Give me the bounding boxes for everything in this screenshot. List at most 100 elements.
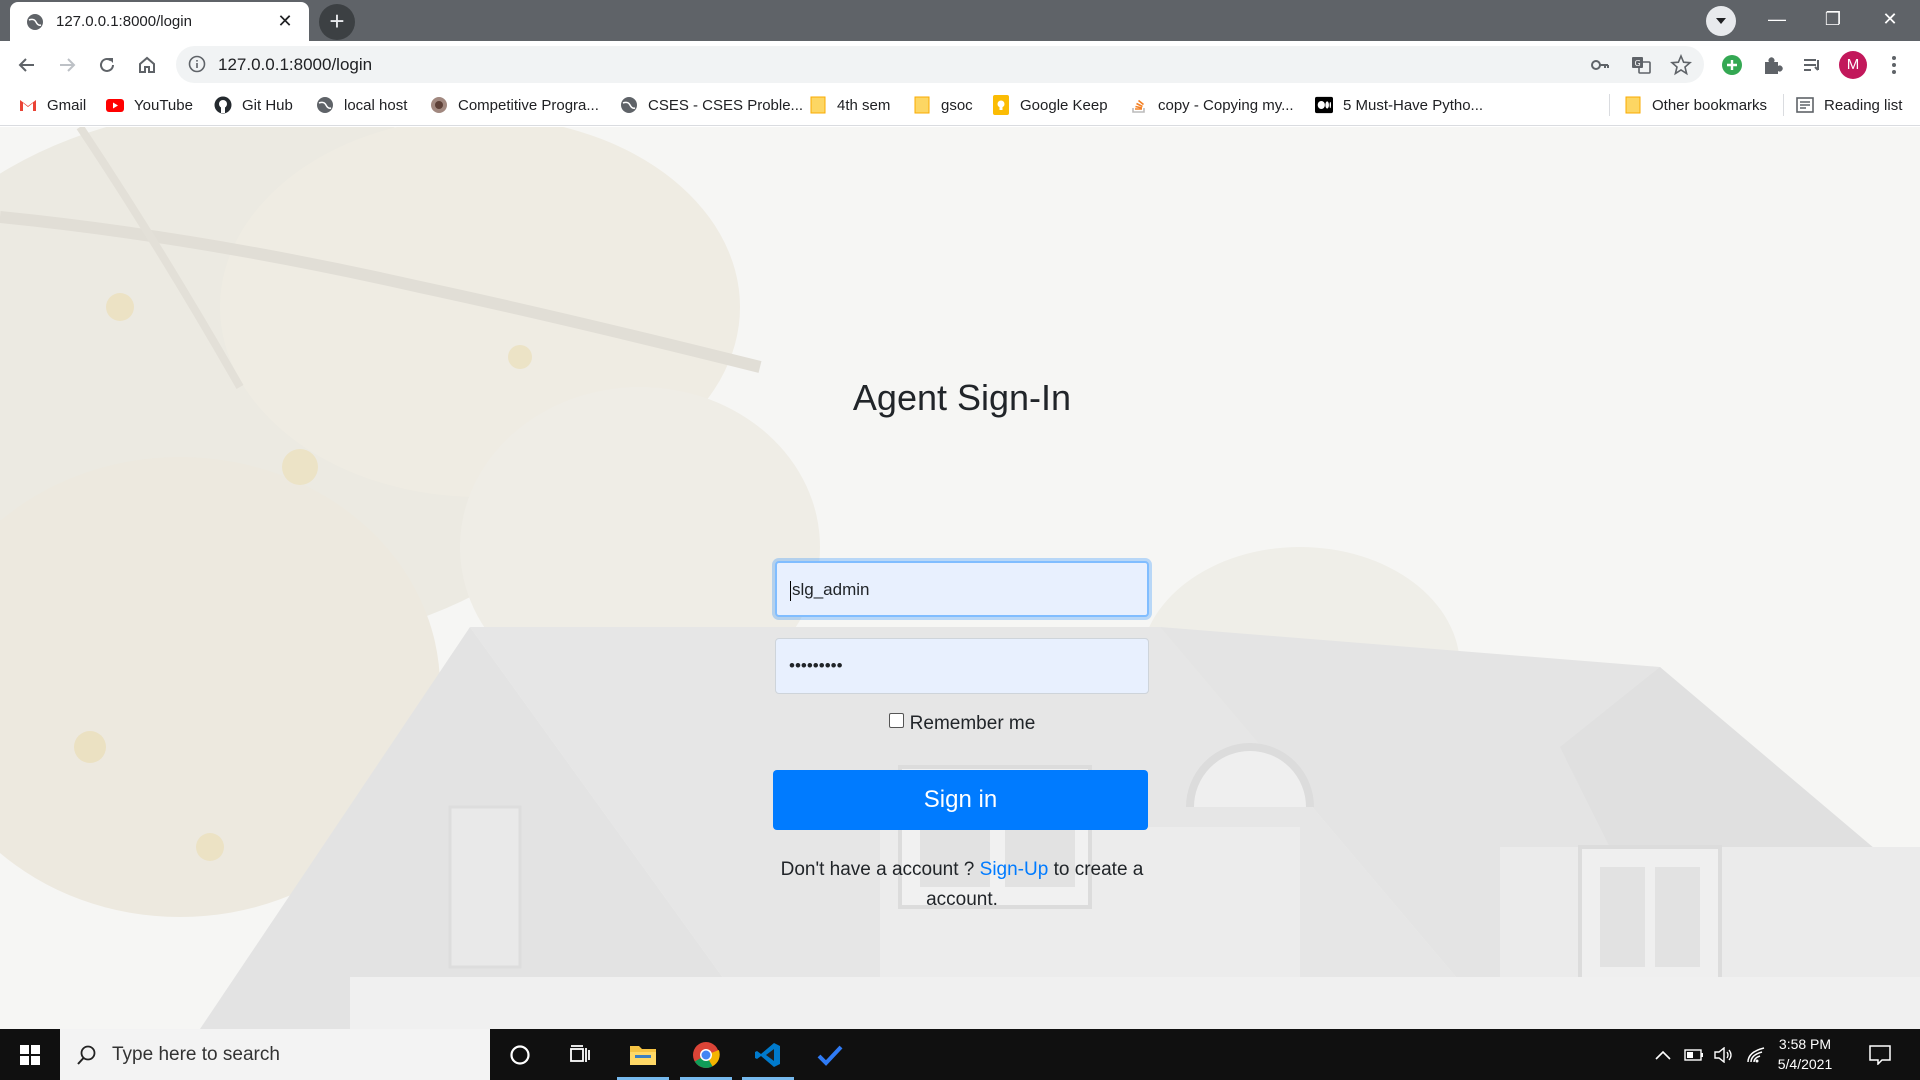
username-value: slg_admin xyxy=(792,580,870,599)
github-icon xyxy=(214,96,232,114)
forward-button[interactable] xyxy=(51,49,83,81)
minimize-button[interactable]: — xyxy=(1749,0,1805,41)
chevron-up-icon[interactable] xyxy=(1652,1044,1674,1066)
reload-button[interactable] xyxy=(91,49,123,81)
bookmark-label: gsoc xyxy=(941,96,973,114)
username-input[interactable]: slg_admin xyxy=(775,561,1149,617)
chevron-down-icon xyxy=(1716,18,1726,24)
reading-list-icon xyxy=(1796,96,1814,114)
bookmark-label: local host xyxy=(344,96,408,114)
bookmark-github[interactable]: Git Hub xyxy=(214,88,293,122)
clock-date: 5/4/2021 xyxy=(1777,1056,1833,1072)
back-button[interactable] xyxy=(11,49,43,81)
reading-list-icon[interactable] xyxy=(1798,51,1826,79)
key-icon[interactable] xyxy=(1589,54,1611,76)
tab-search-button[interactable] xyxy=(1706,6,1736,36)
vscode-button[interactable] xyxy=(738,1029,798,1080)
bookmark-separator xyxy=(1609,94,1610,116)
browser-tab[interactable]: 127.0.0.1:8000/login ✕ xyxy=(10,2,309,41)
bookmark-google-keep[interactable]: Google Keep xyxy=(992,88,1108,122)
new-tab-button[interactable]: + xyxy=(319,4,355,40)
text-caret xyxy=(790,580,791,601)
menu-dots-icon[interactable] xyxy=(1880,51,1908,79)
globe-icon xyxy=(27,13,43,30)
sign-up-link[interactable]: Sign-Up xyxy=(980,859,1049,880)
bookmark-label: copy - Copying my... xyxy=(1158,96,1294,114)
windows-taskbar: Type here to search 3:58 PM 5/4/2021 xyxy=(0,1029,1920,1080)
wifi-icon[interactable] xyxy=(1745,1044,1767,1066)
windows-logo-icon xyxy=(20,1044,40,1065)
password-value: ••••••••• xyxy=(789,656,843,675)
notification-icon xyxy=(1869,1045,1891,1065)
login-page: Agent Sign-In slg_admin ••••••••• Rememb… xyxy=(0,127,1920,1029)
remember-me-label[interactable]: Remember me xyxy=(910,713,1036,734)
restore-button[interactable]: ❐ xyxy=(1805,0,1861,41)
taskbar-search-box[interactable]: Type here to search xyxy=(60,1029,490,1080)
file-explorer-button[interactable] xyxy=(613,1029,673,1080)
folder-icon xyxy=(809,96,827,114)
bookmark-label: Reading list xyxy=(1824,96,1903,114)
password-input[interactable]: ••••••••• xyxy=(775,638,1149,694)
address-bar[interactable]: 127.0.0.1:8000/login G xyxy=(176,46,1704,83)
extension-plus-icon[interactable] xyxy=(1718,51,1746,79)
sign-in-button[interactable]: Sign in xyxy=(773,770,1148,830)
stackoverflow-icon xyxy=(1130,96,1148,114)
url-text: 127.0.0.1:8000/login xyxy=(218,55,373,74)
profile-avatar[interactable]: M xyxy=(1839,51,1867,79)
home-button[interactable] xyxy=(131,49,163,81)
keep-icon xyxy=(992,95,1010,115)
bookmark-gmail[interactable]: Gmail xyxy=(19,88,86,122)
battery-icon[interactable] xyxy=(1683,1044,1705,1066)
bookmark-folder-4th-sem[interactable]: 4th sem xyxy=(809,88,890,122)
close-tab-icon[interactable]: ✕ xyxy=(275,11,295,32)
bookmark-local-host[interactable]: local host xyxy=(316,88,407,122)
page-title: Agent Sign-In xyxy=(852,377,1072,418)
bookmark-separator xyxy=(1783,94,1784,116)
arrow-right-icon xyxy=(60,58,76,72)
search-icon xyxy=(77,1045,96,1065)
reading-list-button[interactable]: Reading list xyxy=(1796,88,1902,122)
browser-toolbar: 127.0.0.1:8000/login G xyxy=(0,41,1920,88)
notification-center-button[interactable] xyxy=(1867,1042,1893,1068)
bookmark-medium[interactable]: 5 Must-Have Pytho... xyxy=(1315,88,1483,122)
translate-icon[interactable]: G xyxy=(1630,54,1652,76)
star-icon[interactable] xyxy=(1670,54,1692,76)
tab-title: 127.0.0.1:8000/login xyxy=(56,13,192,30)
folder-icon xyxy=(1624,96,1642,114)
todo-button[interactable] xyxy=(800,1029,860,1080)
search-placeholder: Type here to search xyxy=(112,1043,280,1065)
task-view-button[interactable] xyxy=(550,1029,610,1080)
remember-me-checkbox[interactable] xyxy=(888,713,904,729)
start-button[interactable] xyxy=(0,1029,60,1080)
bookmark-label: Other bookmarks xyxy=(1652,96,1768,114)
chrome-button[interactable] xyxy=(676,1029,736,1080)
bookmark-label: Git Hub xyxy=(242,96,293,114)
youtube-icon xyxy=(106,96,124,114)
info-icon[interactable] xyxy=(188,55,206,73)
folder-icon xyxy=(913,96,931,114)
globe-icon xyxy=(316,96,334,114)
bookmark-other-bookmarks[interactable]: Other bookmarks xyxy=(1624,88,1767,122)
vscode-icon xyxy=(755,1042,780,1067)
system-clock[interactable]: 3:58 PM 5/4/2021 xyxy=(1770,1034,1840,1074)
bookmark-youtube[interactable]: YouTube xyxy=(106,88,193,122)
bookmark-competitive-programming[interactable]: Competitive Progra... xyxy=(430,88,599,122)
site-icon xyxy=(430,96,448,114)
cortana-button[interactable] xyxy=(490,1029,550,1080)
folder-icon xyxy=(630,1045,656,1065)
bookmark-label: 4th sem xyxy=(837,96,891,114)
bookmark-cses[interactable]: CSES - CSES Proble... xyxy=(620,88,803,122)
bookmark-folder-gsoc[interactable]: gsoc xyxy=(913,88,973,122)
bookmarks-bar: Gmail YouTube Git Hub local host Competi… xyxy=(0,88,1920,126)
close-window-button[interactable]: ✕ xyxy=(1862,0,1918,41)
puzzle-icon[interactable] xyxy=(1758,51,1786,79)
cortana-circle-icon xyxy=(510,1044,530,1065)
signup-prompt: Don't have a account ? Sign-Up to create… xyxy=(773,855,1151,915)
bookmark-label: Competitive Progra... xyxy=(458,96,599,114)
volume-icon[interactable] xyxy=(1713,1044,1735,1066)
chrome-icon xyxy=(693,1041,720,1068)
arrow-left-icon xyxy=(18,58,34,72)
bookmark-stackoverflow[interactable]: copy - Copying my... xyxy=(1130,88,1294,122)
tab-strip: 127.0.0.1:8000/login ✕ + — ❐ ✕ xyxy=(0,0,1920,41)
gmail-icon xyxy=(19,96,37,114)
